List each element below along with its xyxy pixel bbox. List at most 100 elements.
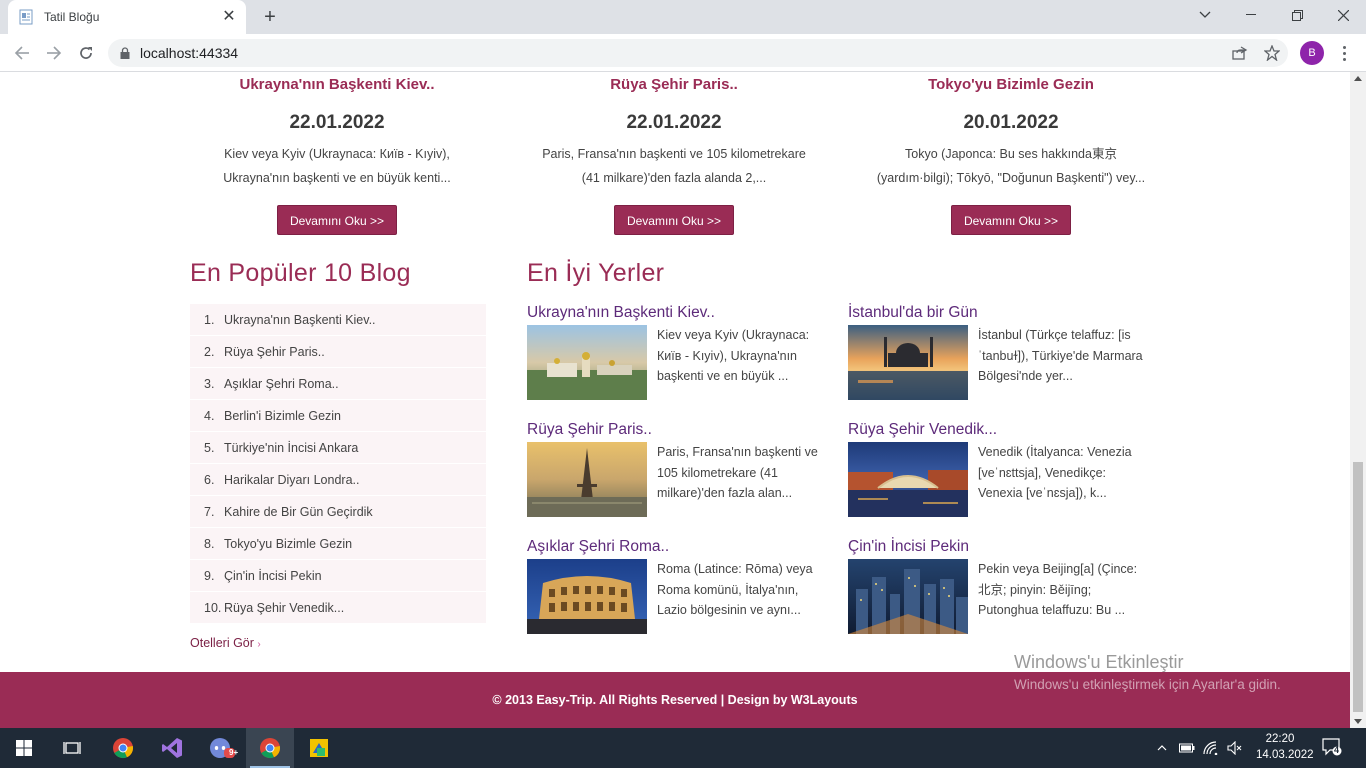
notification-center-icon[interactable]: 4	[1322, 738, 1344, 758]
post-card: Tokyo'yu Bizimle Gezin 20.01.2022 Tokyo …	[861, 76, 1161, 235]
share-icon[interactable]	[1228, 41, 1252, 65]
list-item-label[interactable]: Türkiye'nin İncisi Ankara	[224, 441, 358, 455]
list-item[interactable]: 3. Aşıklar Şehri Roma..	[190, 368, 486, 400]
address-bar[interactable]: localhost:44334	[108, 39, 1288, 67]
read-more-button[interactable]: Devamını Oku >>	[613, 205, 735, 235]
place-card: Rüya Şehir Venedik... Venedik (İtalyanca…	[848, 421, 1148, 517]
reload-icon[interactable]	[74, 41, 98, 65]
windows-taskbar: 9+ 22:20 14.03.2022 4	[0, 728, 1366, 768]
scroll-up-icon[interactable]	[1354, 76, 1362, 81]
watermark-title: Windows'u Etkinleştir	[1014, 652, 1184, 672]
close-tab-icon[interactable]: ✕	[220, 8, 238, 26]
tray-chevron-up-icon[interactable]	[1152, 728, 1172, 768]
lock-icon[interactable]	[120, 47, 130, 59]
chrome-icon[interactable]	[99, 728, 147, 768]
list-number: 7.	[204, 504, 215, 519]
place-card: Ukrayna'nın Başkenti Kiev.. Kiev veya Ky…	[527, 304, 827, 400]
place-image[interactable]	[848, 325, 968, 400]
list-item-label[interactable]: Kahire de Bir Gün Geçirdik	[224, 505, 373, 519]
place-title[interactable]: Çin'in İncisi Pekin	[848, 538, 1148, 556]
windows-start-icon[interactable]	[0, 728, 48, 768]
list-item[interactable]: 7. Kahire de Bir Gün Geçirdik	[190, 496, 486, 528]
network-icon[interactable]	[1200, 728, 1222, 768]
visual-studio-icon[interactable]	[148, 728, 196, 768]
list-item[interactable]: 5. Türkiye'nin İncisi Ankara	[190, 432, 486, 464]
hotels-link[interactable]: Otelleri Gör ›	[190, 636, 261, 650]
list-item-label[interactable]: Ukrayna'nın Başkenti Kiev..	[224, 313, 376, 327]
app-icon[interactable]	[295, 728, 343, 768]
profile-avatar[interactable]: B	[1300, 41, 1324, 65]
popular-heading: En Popüler 10 Blog	[190, 259, 411, 287]
back-icon[interactable]	[10, 41, 34, 65]
task-view-icon[interactable]	[48, 728, 96, 768]
hotels-link-label[interactable]: Otelleri Gör	[190, 636, 254, 650]
post-card: Rüya Şehir Paris.. 22.01.2022 Paris, Fra…	[524, 76, 824, 235]
list-item-label[interactable]: Tokyo'yu Bizimle Gezin	[224, 537, 352, 551]
restore-icon[interactable]	[1274, 0, 1320, 30]
place-title[interactable]: İstanbul'da bir Gün	[848, 304, 1148, 322]
scrollbar-thumb[interactable]	[1353, 462, 1363, 712]
chrome-active-icon[interactable]	[246, 728, 294, 768]
list-item[interactable]: 4. Berlin'i Bizimle Gezin	[190, 400, 486, 432]
list-number: 2.	[204, 344, 215, 359]
place-image[interactable]	[527, 325, 647, 400]
place-excerpt: Pekin veya Beijing[a] (Çince: 北京; pinyin…	[978, 562, 1138, 617]
discord-icon[interactable]: 9+	[198, 728, 246, 768]
browser-tab[interactable]: Tatil Bloğu ✕	[8, 0, 246, 34]
place-image[interactable]	[527, 559, 647, 634]
minimize-icon[interactable]	[1228, 0, 1274, 30]
place-title[interactable]: Ukrayna'nın Başkenti Kiev..	[527, 304, 827, 322]
list-item[interactable]: 9. Çin'in İncisi Pekin	[190, 560, 486, 592]
new-tab-icon[interactable]: +	[258, 6, 282, 28]
list-item-label[interactable]: Berlin'i Bizimle Gezin	[224, 409, 341, 423]
url-text: localhost:44334	[140, 45, 239, 61]
list-item-label[interactable]: Aşıklar Şehri Roma..	[224, 377, 339, 391]
post-title[interactable]: Ukrayna'nın Başkenti Kiev..	[187, 76, 487, 96]
browser-tabbar: Tatil Bloğu ✕ +	[0, 0, 1366, 34]
post-title[interactable]: Rüya Şehir Paris..	[524, 76, 824, 96]
page-icon	[18, 9, 34, 25]
battery-icon[interactable]	[1176, 728, 1198, 768]
list-item[interactable]: 8. Tokyo'yu Bizimle Gezin	[190, 528, 486, 560]
list-number: 10.	[204, 600, 222, 615]
read-more-button[interactable]: Devamını Oku >>	[276, 205, 398, 235]
post-date: 22.01.2022	[626, 112, 722, 133]
list-item[interactable]: 10. Rüya Şehir Venedik...	[190, 592, 486, 624]
browser-menu-icon[interactable]	[1334, 41, 1354, 65]
taskbar-clock[interactable]: 22:20 14.03.2022	[1256, 731, 1314, 763]
post-excerpt-line: Paris, Fransa'nın başkenti ve 105 kilome…	[542, 147, 806, 161]
place-image[interactable]	[527, 442, 647, 517]
forward-icon[interactable]	[42, 41, 66, 65]
clock-time: 22:20	[1265, 733, 1295, 745]
place-title[interactable]: Rüya Şehir Venedik...	[848, 421, 1148, 439]
activation-watermark: Windows'u Etkinleştir Windows'u etkinleş…	[1014, 652, 1281, 692]
list-item-label[interactable]: Çin'in İncisi Pekin	[224, 569, 322, 583]
list-item-label[interactable]: Harikalar Diyarı Londra..	[224, 473, 359, 487]
list-item[interactable]: 6. Harikalar Diyarı Londra..	[190, 464, 486, 496]
chevron-right-icon: ›	[257, 639, 261, 650]
close-window-icon[interactable]	[1320, 0, 1366, 30]
place-card: Çin'in İncisi Pekin Pekin veya Beijing[a…	[848, 538, 1148, 634]
post-title[interactable]: Tokyo'yu Bizimle Gezin	[861, 76, 1161, 96]
bookmark-star-icon[interactable]	[1260, 41, 1284, 65]
place-excerpt: Paris, Fransa'nın başkenti ve 105 kilome…	[657, 445, 818, 500]
volume-muted-icon[interactable]	[1224, 728, 1246, 768]
post-date: 20.01.2022	[963, 112, 1059, 133]
tab-search-icon[interactable]	[1182, 0, 1228, 30]
post-card: Ukrayna'nın Başkenti Kiev.. 22.01.2022 K…	[187, 76, 487, 235]
list-item-label[interactable]: Rüya Şehir Venedik...	[224, 601, 344, 615]
page-scrollbar[interactable]	[1350, 72, 1366, 728]
post-excerpt: Kiev veya Kyiv (Ukraynaca: Київ - Kıyiv)…	[187, 142, 487, 190]
place-image[interactable]	[848, 442, 968, 517]
list-item[interactable]: 1. Ukrayna'nın Başkenti Kiev..	[190, 304, 486, 336]
place-image[interactable]	[848, 559, 968, 634]
place-title[interactable]: Aşıklar Şehri Roma..	[527, 538, 827, 556]
read-more-button[interactable]: Devamını Oku >>	[950, 205, 1072, 235]
list-item[interactable]: 2. Rüya Şehir Paris..	[190, 336, 486, 368]
list-item-label[interactable]: Rüya Şehir Paris..	[224, 345, 325, 359]
post-excerpt: Tokyo (Japonca: Bu ses hakkında東京 (yardı…	[861, 142, 1161, 190]
watermark-subtitle: Windows'u etkinleştirmek için Ayarlar'a …	[1014, 677, 1281, 692]
place-title[interactable]: Rüya Şehir Paris..	[527, 421, 827, 439]
scroll-down-icon[interactable]	[1354, 719, 1362, 724]
place-excerpt: Kiev veya Kyiv (Ukraynaca: Київ - Kıyiv)…	[657, 328, 810, 383]
